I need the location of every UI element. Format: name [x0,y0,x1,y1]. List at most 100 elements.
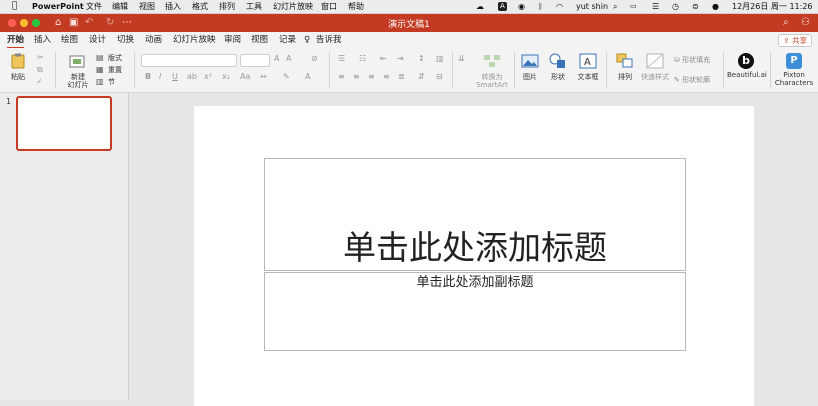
menu-edit[interactable]: 编辑 [112,1,128,12]
shapes-button[interactable]: 形状 [546,53,570,81]
title-placeholder[interactable]: 单击此处添加标题 [264,158,686,271]
macos-menu-bar:  PowerPoint 文件 编辑 视图 插入 格式 排列 工具 幻灯片放映 … [0,0,818,14]
clear-format-icon[interactable]: ⊘ [311,54,318,64]
strikethrough-icon[interactable]: ab [187,72,197,82]
battery-icon[interactable]: ▭ [630,1,637,12]
tab-home[interactable]: 开始 [7,35,25,49]
text-case-icon[interactable]: Aa [240,72,250,82]
subscript-icon[interactable]: x₂ [222,72,230,82]
toggle-icon[interactable]: ⊜ [692,1,699,12]
reset-icon[interactable]: ▦ [96,65,104,75]
cut-icon[interactable]: ✂ [37,53,44,63]
tab-design[interactable]: 设计 [89,35,106,46]
increase-indent-icon[interactable]: ⇥ [397,54,404,64]
wifi-icon[interactable]: ◠ [556,1,563,12]
pixton-button[interactable]: P Pixton Characters [774,53,814,87]
share-person-icon[interactable]: ⚇ [801,16,810,30]
menu-format[interactable]: 格式 [192,1,208,12]
input-method-icon[interactable]: A [498,2,507,11]
pixton-icon: P [786,53,802,69]
control-center-icon[interactable]: ☰ [652,1,659,12]
slide[interactable]: 单击此处添加标题 单击此处添加副标题 [194,106,754,406]
font-name-input[interactable] [141,54,237,67]
share-button[interactable]: ⇪ 共享 [778,34,812,47]
user-name[interactable]: yut shin [576,1,608,12]
tab-review[interactable]: 审阅 [224,35,241,46]
beautiful-ai-icon: b [738,53,754,69]
search-icon[interactable]: ⌕ [613,1,617,12]
paste-button[interactable]: 粘贴 [4,53,32,81]
layout-icon[interactable]: ▤ [96,53,104,63]
reset-button[interactable]: 重置 [108,66,122,74]
copy-icon[interactable]: ⧉ [37,65,43,75]
share-label: 共享 [792,36,807,45]
distributed-icon[interactable]: ≣ [398,72,405,82]
section-icon[interactable]: ▥ [96,77,104,87]
char-spacing-icon[interactable]: ↔ [260,72,267,82]
shape-fill-button[interactable]: ⛁ 形状填充 [674,56,710,64]
tab-view[interactable]: 视图 [251,35,268,46]
bluetooth-icon[interactable]: ᛒ [538,1,543,12]
menu-file[interactable]: 文件 [86,1,102,12]
tab-tell-me[interactable]: 告诉我 [316,35,342,46]
bullets-icon[interactable]: ☰ [338,54,345,64]
tab-transitions[interactable]: 切换 [117,35,134,46]
numbering-icon[interactable]: ☷ [359,54,366,64]
textbox-button[interactable]: A 文本框 [574,53,602,81]
slide-thumbnail[interactable] [16,96,112,151]
underline-icon[interactable]: U [172,72,178,82]
siri-icon[interactable]: ● [712,1,719,12]
menu-datetime[interactable]: 12月26日 周一 11:26 [732,1,813,12]
app-menu[interactable]: PowerPoint [32,1,84,12]
audio-icon[interactable]: ◉ [518,1,525,12]
convert-smartart-button[interactable]: 转换为 SmartArt [474,53,510,89]
text-direction-vertical-icon[interactable]: ⇊ [458,54,465,64]
menu-arrange[interactable]: 排列 [219,1,235,12]
layout-button[interactable]: 版式 [108,54,122,62]
subtitle-placeholder[interactable]: 单击此处添加副标题 [264,272,686,351]
search-icon[interactable]: ⌕ [783,16,789,30]
menu-view[interactable]: 视图 [139,1,155,12]
menu-slideshow[interactable]: 幻灯片放映 [273,1,313,12]
menu-insert[interactable]: 插入 [165,1,181,12]
arrange-button[interactable]: 排列 [612,53,638,81]
section-button[interactable]: 节 [108,78,115,86]
align-right-icon[interactable]: ≡ [368,72,375,82]
lightbulb-icon: ♀ [304,35,311,45]
apple-menu-icon[interactable]:  [12,1,17,12]
menu-tools[interactable]: 工具 [246,1,262,12]
tab-draw[interactable]: 绘图 [61,35,78,46]
superscript-icon[interactable]: x² [204,72,212,82]
font-size-input[interactable] [240,54,270,67]
format-painter-icon[interactable]: ⌿ [37,77,42,87]
font-color-icon[interactable]: A [305,72,310,82]
bold-icon[interactable]: B [145,72,151,82]
decrease-font-icon[interactable]: A [286,54,291,64]
italic-icon[interactable]: I [159,72,161,82]
line-spacing-icon[interactable]: ↕ [418,54,425,64]
tab-animations[interactable]: 动画 [145,35,162,46]
clock-icon[interactable]: ◷ [672,1,679,12]
align-center-icon[interactable]: ≡ [353,72,360,82]
shape-outline-button[interactable]: ✎ 形状轮廓 [674,76,710,84]
tab-record[interactable]: 记录 [279,35,296,46]
quick-styles-label: 快速样式 [641,73,669,81]
picture-button[interactable]: 图片 [518,53,542,81]
columns-icon[interactable]: ▥ [436,54,444,64]
justify-icon[interactable]: ≡ [383,72,390,82]
pen-icon: ✎ [674,76,683,84]
cloud-icon[interactable]: ☁ [476,1,484,12]
text-direction-icon[interactable]: ⇵ [418,72,425,82]
new-slide-button[interactable]: 新建 幻灯片 [62,53,94,89]
decrease-indent-icon[interactable]: ⇤ [380,54,387,64]
menu-window[interactable]: 窗口 [321,1,337,12]
increase-font-icon[interactable]: A [274,54,279,64]
tab-insert[interactable]: 插入 [34,35,51,46]
quick-styles-button[interactable]: 快速样式 [641,53,669,81]
beautiful-ai-button[interactable]: b Beautiful.ai [727,53,767,79]
align-text-icon[interactable]: ⊟ [436,72,443,82]
align-left-icon[interactable]: ≡ [338,72,345,82]
tab-slideshow[interactable]: 幻灯片放映 [173,35,216,46]
highlight-icon[interactable]: ✎ [283,72,290,82]
menu-help[interactable]: 帮助 [348,1,364,12]
